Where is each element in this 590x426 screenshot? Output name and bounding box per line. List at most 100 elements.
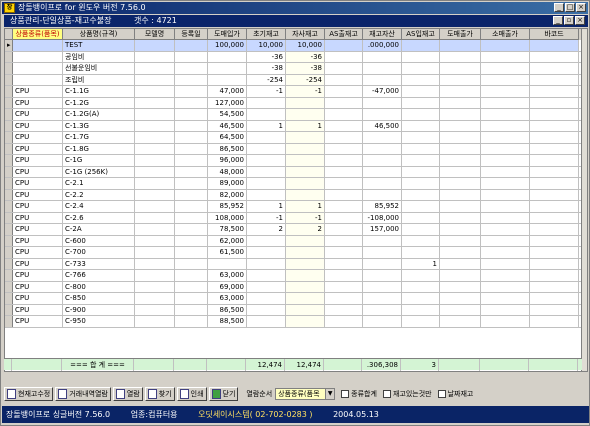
cell-date[interactable] [175,120,208,131]
cell-init[interactable]: 1 [247,120,286,131]
cell-as_out[interactable] [325,109,363,120]
cell-model[interactable] [135,247,175,258]
row-indicator[interactable] [5,51,13,62]
cell-retail[interactable] [481,281,530,292]
cell-date[interactable] [175,97,208,108]
cell-name[interactable]: C-1.3G [63,120,135,131]
table-row[interactable]: CPU C-766 63,000 [5,270,583,282]
row-indicator[interactable] [5,258,13,269]
cell-kind[interactable]: CPU [13,270,63,281]
cell-kind[interactable]: CPU [13,224,63,235]
cell-as_in[interactable] [402,189,440,200]
table-row[interactable]: CPU C-850 63,000 [5,293,583,305]
table-row[interactable]: 조립비 -254 -254 [5,74,583,86]
cell-whole[interactable] [440,189,481,200]
cell-asset[interactable] [363,155,402,166]
cell-date[interactable] [175,201,208,212]
cell-whole[interactable] [440,51,481,62]
cell-whole[interactable] [440,270,481,281]
cell-date[interactable] [175,143,208,154]
cell-model[interactable] [135,212,175,223]
cell-name[interactable]: C-700 [63,247,135,258]
table-row[interactable]: CPU C-1.1G 47,000 -1 -1 -47,000 [5,86,583,98]
cell-as_out[interactable] [325,178,363,189]
cell-as_out[interactable] [325,224,363,235]
cell-date[interactable] [175,51,208,62]
cell-asset[interactable] [363,74,402,85]
column-header[interactable]: AS출재고 [325,29,363,40]
table-row[interactable]: CPU C-1.3G 46,500 1 1 46,500 [5,120,583,132]
cell-barcode[interactable] [530,132,579,143]
cell-asset[interactable] [363,270,402,281]
table-row[interactable]: CPU C-2A 78,500 2 2 157,000 [5,224,583,236]
cell-own[interactable]: -38 [286,63,325,74]
cell-asset[interactable]: .000,000 [363,40,402,51]
cell-price[interactable]: 78,500 [208,224,247,235]
cell-model[interactable] [135,120,175,131]
cell-barcode[interactable] [530,247,579,258]
history-button[interactable]: 거래내역열람 [55,387,111,401]
cell-init[interactable] [247,258,286,269]
cell-init[interactable]: 10,000 [247,40,286,51]
cell-retail[interactable] [481,63,530,74]
cell-as_out[interactable] [325,293,363,304]
cell-model[interactable] [135,40,175,51]
cell-date[interactable] [175,132,208,143]
cell-asset[interactable] [363,304,402,315]
row-indicator[interactable] [5,247,13,258]
cell-whole[interactable] [440,97,481,108]
cell-init[interactable] [247,155,286,166]
cell-as_out[interactable] [325,212,363,223]
cell-date[interactable] [175,109,208,120]
cell-whole[interactable] [440,40,481,51]
vertical-scrollbar[interactable] [581,29,587,371]
cell-retail[interactable] [481,143,530,154]
cell-whole[interactable] [440,86,481,97]
row-indicator[interactable] [5,316,13,327]
cell-as_out[interactable] [325,270,363,281]
cell-model[interactable] [135,132,175,143]
cell-kind[interactable]: CPU [13,316,63,327]
minimize-icon[interactable]: _ [554,3,564,12]
cell-init[interactable] [247,235,286,246]
row-indicator[interactable] [5,109,13,120]
cell-own[interactable] [286,109,325,120]
cell-own[interactable]: -1 [286,212,325,223]
cell-kind[interactable]: CPU [13,304,63,315]
cell-asset[interactable] [363,109,402,120]
cell-own[interactable] [286,97,325,108]
table-row[interactable]: CPU C-600 62,000 [5,235,583,247]
cell-as_out[interactable] [325,63,363,74]
cell-init[interactable] [247,109,286,120]
cell-whole[interactable] [440,293,481,304]
column-header[interactable]: AS입재고 [402,29,440,40]
cell-asset[interactable]: 157,000 [363,224,402,235]
cell-kind[interactable]: CPU [13,166,63,177]
table-row[interactable]: CPU C-900 86,500 [5,304,583,316]
only-in-stock-checkbox[interactable]: 재고있는것만 [382,389,432,399]
column-header[interactable]: 도매출가 [440,29,481,40]
cell-as_out[interactable] [325,258,363,269]
column-header[interactable]: 자사재고 [286,29,325,40]
cell-model[interactable] [135,304,175,315]
cell-price[interactable]: 61,500 [208,247,247,258]
cell-retail[interactable] [481,120,530,131]
cell-as_in[interactable] [402,143,440,154]
cell-own[interactable] [286,189,325,200]
maximize-icon[interactable]: □ [565,3,575,12]
cell-asset[interactable] [363,247,402,258]
cell-date[interactable] [175,316,208,327]
cell-own[interactable]: -36 [286,51,325,62]
edit-stock-button[interactable]: 현재고수정 [4,387,54,401]
cell-price[interactable]: 63,000 [208,270,247,281]
table-row[interactable]: CPU C-1.2G 127,000 [5,97,583,109]
cell-whole[interactable] [440,235,481,246]
cell-whole[interactable] [440,304,481,315]
cell-as_out[interactable] [325,40,363,51]
cell-name[interactable]: C-2.1 [63,178,135,189]
cell-kind[interactable]: CPU [13,258,63,269]
cell-as_in[interactable] [402,235,440,246]
cell-barcode[interactable] [530,143,579,154]
cell-barcode[interactable] [530,97,579,108]
column-header[interactable]: 바코드 [530,29,579,40]
